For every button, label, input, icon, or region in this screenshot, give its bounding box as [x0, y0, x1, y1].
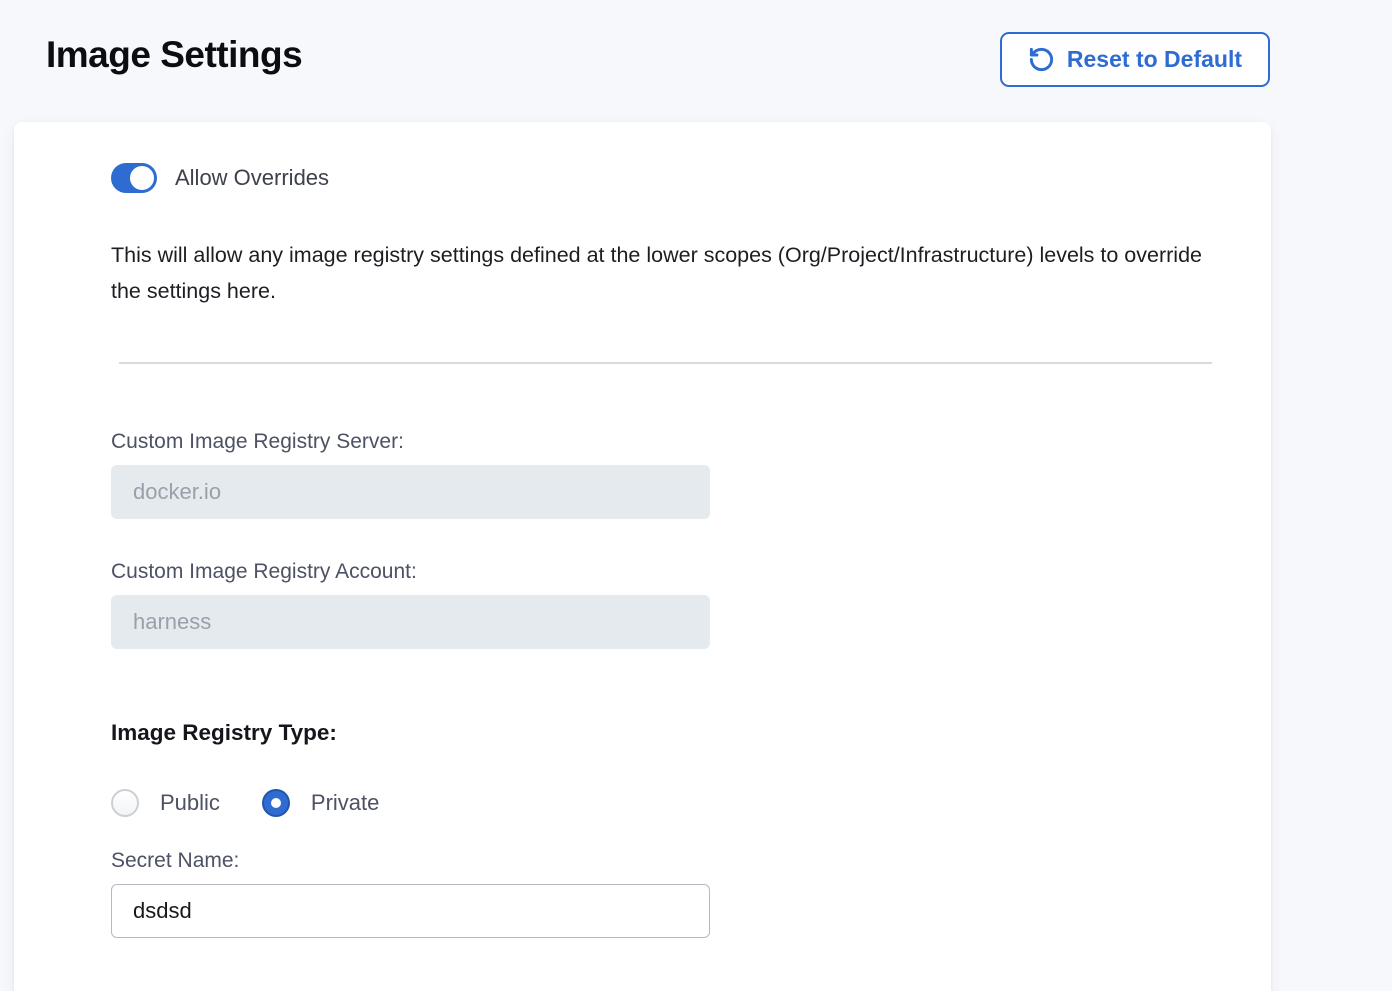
registry-account-field: Custom Image Registry Account:	[111, 560, 1212, 649]
allow-overrides-label: Allow Overrides	[175, 165, 329, 191]
allow-overrides-toggle[interactable]	[111, 163, 157, 193]
reset-to-default-label: Reset to Default	[1067, 46, 1242, 73]
radio-checked-icon	[262, 789, 290, 817]
rotate-ccw-icon	[1028, 46, 1055, 73]
radio-option-private[interactable]: Private	[262, 789, 379, 817]
radio-option-public[interactable]: Public	[111, 789, 220, 817]
registry-type-label: Image Registry Type:	[111, 720, 337, 745]
reset-to-default-button[interactable]: Reset to Default	[1000, 32, 1270, 87]
registry-type-section: Image Registry Type: Public Private	[111, 720, 1212, 817]
allow-overrides-row: Allow Overrides	[111, 163, 1212, 193]
image-settings-card: Allow Overrides This will allow any imag…	[14, 122, 1271, 991]
registry-server-label: Custom Image Registry Server:	[111, 430, 1212, 454]
radio-unchecked-icon	[111, 789, 139, 817]
registry-type-radio-group: Public Private	[111, 789, 1212, 817]
secret-name-input[interactable]	[111, 884, 710, 938]
registry-account-input	[111, 595, 710, 649]
registry-account-label: Custom Image Registry Account:	[111, 560, 1212, 584]
toggle-knob-icon	[130, 166, 154, 190]
overrides-description: This will allow any image registry setti…	[111, 237, 1212, 309]
registry-server-input	[111, 465, 710, 519]
secret-name-field: Secret Name:	[111, 849, 1212, 938]
registry-server-field: Custom Image Registry Server:	[111, 430, 1212, 519]
section-divider	[119, 362, 1212, 364]
page-title: Image Settings	[46, 34, 302, 76]
radio-private-label: Private	[311, 790, 379, 816]
page-header: Image Settings Reset to Default	[0, 0, 1392, 122]
radio-public-label: Public	[160, 790, 220, 816]
secret-name-label: Secret Name:	[111, 849, 1212, 873]
